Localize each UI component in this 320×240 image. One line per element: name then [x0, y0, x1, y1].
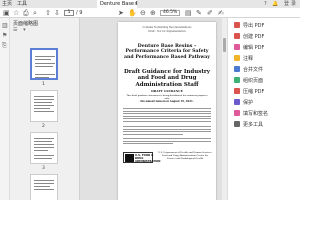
- zoom-in-icon[interactable]: ⊕: [150, 9, 156, 17]
- highlight-icon[interactable]: ✐: [207, 9, 213, 17]
- main-toolbar: ▣ ☆ ⎙ ⌕ ⇧ ⇩ 1 / 9 ➤ ✋ ⊖ ⊕ 46.5% ▤ ✎ ✐ ✍: [0, 8, 300, 18]
- scrollbar-thumb[interactable]: [223, 38, 226, 52]
- thumbnail-options-icon[interactable]: ☰ ▾: [13, 27, 28, 33]
- star-icon[interactable]: ☆: [13, 9, 19, 17]
- body-paragraph: [123, 126, 211, 136]
- document-subtitle: Draft Guidance for Industry and Food and…: [123, 69, 210, 88]
- tool-comment[interactable]: 注释: [234, 55, 298, 64]
- edit-pdf-icon: [234, 44, 240, 50]
- page-number-input[interactable]: 1: [64, 10, 74, 16]
- agency-text: U.S. Department of Health and Human Serv…: [158, 151, 212, 160]
- save-icon[interactable]: ▣: [3, 9, 10, 17]
- draft-label: DRAFT GUIDANCE: [151, 89, 183, 93]
- document-view[interactable]: Contains Nonbinding Recommendations Draf…: [80, 18, 227, 200]
- export-pdf-icon: [234, 22, 240, 28]
- create-pdf-icon: [234, 33, 240, 39]
- body-paragraph: [123, 138, 211, 146]
- left-icon-rail: ▥ ⚑ ⎘: [0, 18, 10, 200]
- tool-fill-sign[interactable]: 填写和签名: [234, 110, 298, 119]
- page-thumbnail-2[interactable]: [30, 90, 58, 122]
- tool-create-pdf[interactable]: 创建 PDF: [234, 33, 298, 42]
- tool-organize-pages[interactable]: 组织页面: [234, 77, 298, 86]
- page-thumbnail-4[interactable]: [30, 174, 58, 200]
- zoom-out-icon[interactable]: ⊖: [140, 9, 146, 17]
- tool-compress-pdf[interactable]: 压缩 PDF: [234, 88, 298, 97]
- comment-icon: [234, 55, 240, 61]
- close-tab-icon[interactable]: ×: [134, 0, 138, 8]
- tab-document[interactable]: Denture Base Resins...: [97, 0, 137, 8]
- page-thumbnail-3[interactable]: [30, 132, 58, 164]
- page-thumbnails-panel: 页面缩略图 ☰ ▾ 1 2 3: [10, 18, 80, 200]
- attachment-icon[interactable]: ⎘: [2, 42, 7, 50]
- hand-icon[interactable]: ✋: [128, 9, 137, 17]
- thumbnails-title: 页面缩略图: [13, 21, 39, 27]
- comment-icon[interactable]: ✎: [196, 9, 202, 17]
- page-header: Contains Nonbinding Recommendations: [142, 26, 192, 29]
- document-title: Denture Base Resins – Performance Criter…: [123, 44, 211, 60]
- sign-icon[interactable]: ✍: [218, 9, 224, 17]
- tab-home[interactable]: 主页: [2, 0, 12, 8]
- tool-protect[interactable]: 保护: [234, 99, 298, 108]
- zoom-select[interactable]: 46.5%: [160, 10, 181, 16]
- combine-files-icon: [234, 66, 240, 72]
- next-page-icon[interactable]: ⇩: [54, 9, 60, 17]
- page-thumbnail-number: 3: [42, 166, 45, 171]
- pdf-page: Contains Nonbinding Recommendations Draf…: [118, 22, 216, 200]
- select-icon[interactable]: ➤: [118, 9, 124, 17]
- window-controls[interactable]: ? 🔔 登录: [264, 0, 298, 8]
- page-header-draft: Draft - Not for Implementation: [148, 30, 186, 33]
- page-thumbnails-icon[interactable]: ▥: [2, 22, 8, 29]
- print-icon[interactable]: ⎙: [23, 9, 29, 17]
- tool-edit-pdf[interactable]: 编辑 PDF: [234, 44, 298, 53]
- hhs-seal-icon: [125, 154, 134, 162]
- tab-bar: 主页 工具 Denture Base Resins... × ? 🔔 登录: [0, 0, 300, 8]
- fda-logo: U.S. FOOD & DRUG ADMINISTRATION: [123, 152, 160, 163]
- page-thumbnail-number: 1: [42, 82, 45, 87]
- tool-export-pdf[interactable]: 导出 PDF: [234, 22, 298, 31]
- page-thumbnail-1[interactable]: [30, 48, 58, 80]
- fda-logo-text: U.S. FOOD & DRUG ADMINISTRATION: [135, 154, 161, 163]
- compress-pdf-icon: [234, 88, 240, 94]
- organize-pages-icon: [234, 77, 240, 83]
- tab-tools[interactable]: 工具: [17, 0, 27, 8]
- tool-more-tools[interactable]: 更多工具: [234, 121, 298, 130]
- more-tools-icon: [234, 121, 240, 127]
- page-thumbnail-number: 2: [42, 124, 45, 129]
- issue-date: Document issued on August 19, 2021.: [140, 100, 194, 103]
- bookmark-icon[interactable]: ⚑: [2, 32, 7, 39]
- prev-page-icon[interactable]: ⇧: [45, 9, 51, 17]
- page-layout-icon[interactable]: ▤: [185, 9, 192, 17]
- protect-icon: [234, 99, 240, 105]
- tool-combine-files[interactable]: 合并文件: [234, 66, 298, 75]
- search-icon[interactable]: ⌕: [33, 9, 37, 17]
- pdf-viewer-window: 主页 工具 Denture Base Resins... × ? 🔔 登录 ▣ …: [0, 0, 300, 200]
- tools-panel: 导出 PDF 创建 PDF 编辑 PDF 注释 合并文件 组织页面 压缩 PDF…: [227, 18, 300, 200]
- body-paragraph: [123, 108, 211, 124]
- total-pages: / 9: [76, 10, 83, 16]
- fill-sign-icon: [234, 110, 240, 116]
